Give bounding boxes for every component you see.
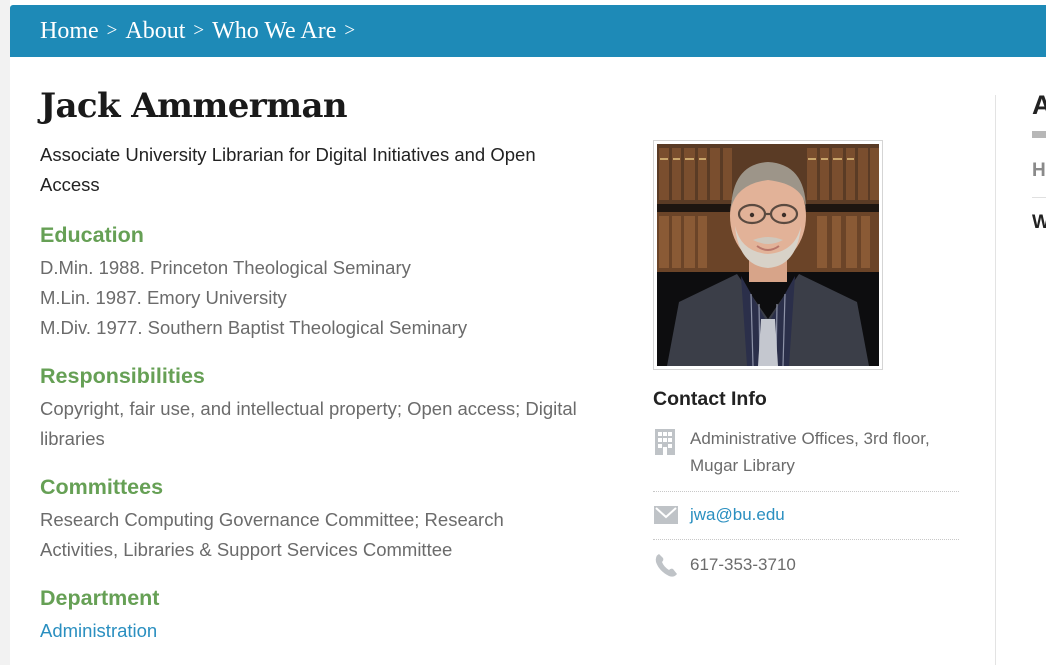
divider: [653, 539, 959, 540]
profile-title-line: Access: [40, 174, 100, 195]
breadcrumb-separator: >: [344, 20, 356, 41]
profile-name: Jack Ammerman: [40, 86, 348, 126]
breadcrumb-separator: >: [193, 20, 205, 41]
department-link[interactable]: Administration: [40, 620, 157, 641]
responsibilities-text: Copyright, fair use, and intellectual pr…: [40, 394, 620, 454]
breadcrumb-who-we-are[interactable]: Who We Are: [212, 18, 336, 45]
contact-email: jwa@bu.edu: [653, 501, 959, 529]
education-item: D.Min. 1988. Princeton Theological Semin…: [40, 257, 411, 278]
breadcrumb-about[interactable]: About: [125, 18, 185, 45]
committees-text: Research Computing Governance Committee;…: [40, 505, 620, 565]
profile-photo: [653, 140, 883, 370]
education-list: D.Min. 1988. Princeton Theological Semin…: [40, 253, 620, 343]
contact-address-line: Administrative Offices, 3rd floor,: [690, 429, 930, 448]
contact-phone: 617-353-3710: [653, 551, 959, 579]
sidebar-title: A: [1032, 90, 1046, 120]
profile-title-line: Associate University Librarian for Digit…: [40, 144, 536, 165]
breadcrumb-separator: >: [106, 20, 118, 41]
contact-heading: Contact Info: [653, 388, 767, 410]
breadcrumb-home[interactable]: Home: [40, 18, 99, 45]
phone-icon: [653, 552, 679, 586]
profile-photo-image: [657, 144, 879, 366]
department-text: Administration: [40, 616, 620, 646]
sidebar-divider: [995, 95, 996, 665]
responsibilities-heading: Responsibilities: [40, 364, 205, 388]
contact-phone-number: 617-353-3710: [690, 555, 796, 574]
contact-email-link[interactable]: jwa@bu.edu: [690, 501, 785, 528]
sidebar-divider-line: [1032, 197, 1046, 198]
contact-address: Administrative Offices, 3rd floor, Mugar…: [653, 425, 959, 481]
sidebar-item-2[interactable]: W: [1032, 212, 1046, 234]
education-item: M.Lin. 1987. Emory University: [40, 287, 287, 308]
divider: [653, 491, 959, 492]
committees-line: Research Computing Governance Committee;…: [40, 509, 504, 530]
contact-address-line: Mugar Library: [690, 456, 795, 475]
sidebar-title-underline: [1032, 131, 1046, 138]
department-heading: Department: [40, 586, 160, 610]
responsibilities-line: libraries: [40, 428, 105, 449]
profile-title: Associate University Librarian for Digit…: [40, 140, 600, 200]
committees-line: Activities, Libraries & Support Services…: [40, 539, 453, 560]
sidebar-item-1[interactable]: H: [1032, 160, 1046, 182]
committees-heading: Committees: [40, 475, 164, 499]
education-heading: Education: [40, 223, 144, 247]
breadcrumb: Home > About > Who We Are >: [10, 5, 1046, 57]
building-icon: [653, 427, 677, 463]
mail-icon: [653, 505, 679, 533]
education-item: M.Div. 1977. Southern Baptist Theologica…: [40, 317, 468, 338]
responsibilities-line: Copyright, fair use, and intellectual pr…: [40, 398, 577, 419]
